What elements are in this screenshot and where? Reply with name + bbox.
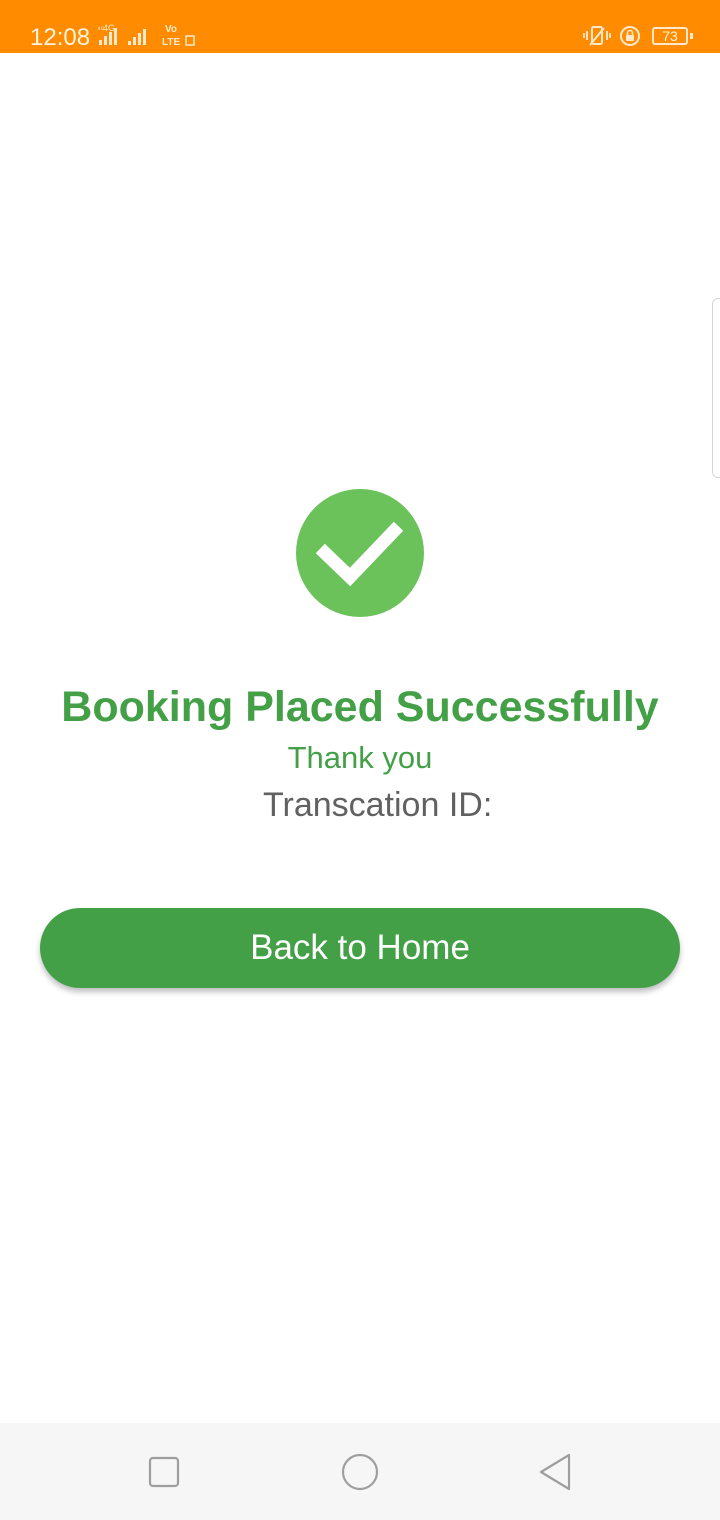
navigation-bar bbox=[0, 1423, 720, 1520]
svg-text:Vo: Vo bbox=[165, 24, 177, 35]
volte-icon: Vo LTE bbox=[162, 24, 195, 48]
back-icon bbox=[539, 1453, 571, 1491]
check-circle-icon bbox=[296, 489, 424, 617]
network-status-icons: ⁴⁶ 4G Vo LTE bbox=[97, 23, 195, 48]
network-4g-icon: ⁴⁶ 4G bbox=[97, 23, 115, 34]
thank-you-text: Thank you bbox=[287, 740, 433, 775]
back-to-home-label: Back to Home bbox=[250, 928, 470, 967]
home-button[interactable] bbox=[338, 1450, 382, 1494]
back-button[interactable] bbox=[534, 1450, 578, 1494]
signal-strength-icon bbox=[128, 29, 146, 45]
battery-nub bbox=[690, 33, 693, 39]
svg-text:4G: 4G bbox=[103, 23, 115, 33]
back-to-home-button[interactable]: Back to Home bbox=[40, 908, 680, 988]
recent-apps-button[interactable] bbox=[142, 1450, 186, 1494]
screen: 12:08 ⁴⁶ 4G Vo LTE 73 Booking Placed Suc… bbox=[0, 0, 720, 1520]
success-title: Booking Placed Successfully bbox=[61, 683, 659, 731]
status-bar: 12:08 ⁴⁶ 4G Vo LTE 73 bbox=[0, 0, 720, 53]
transaction-id-label: Transcation ID: bbox=[263, 786, 493, 824]
rotation-lock-icon bbox=[620, 26, 640, 46]
svg-text:LTE: LTE bbox=[162, 37, 180, 48]
home-icon bbox=[341, 1453, 379, 1491]
status-time: 12:08 bbox=[30, 24, 91, 51]
battery-icon: 73 bbox=[652, 27, 688, 45]
vibrate-icon bbox=[583, 26, 611, 46]
recent-apps-icon bbox=[148, 1456, 180, 1488]
side-edge-handle[interactable] bbox=[712, 298, 720, 478]
battery-level: 73 bbox=[662, 28, 678, 44]
